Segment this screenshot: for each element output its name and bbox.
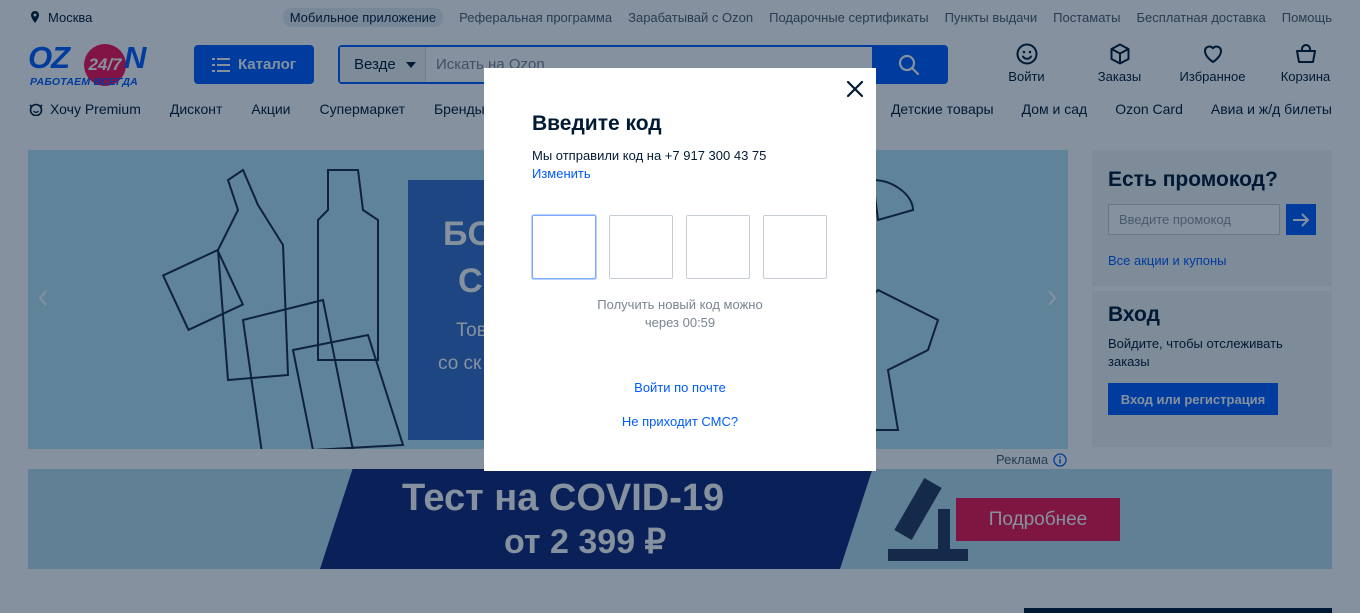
change-phone-link[interactable]: Изменить bbox=[532, 166, 591, 181]
code-digit-4[interactable] bbox=[763, 215, 827, 279]
modal-title: Введите код bbox=[532, 112, 662, 135]
code-inputs bbox=[532, 215, 827, 279]
resend-timer: Получить новый код можно через 00:59 bbox=[484, 296, 876, 332]
resend-timer-line-2: через 00:59 bbox=[644, 315, 716, 330]
resend-timer-line-1: Получить новый код можно bbox=[597, 297, 763, 312]
no-sms-link[interactable]: Не приходит СМС? bbox=[484, 414, 876, 429]
login-by-email-link[interactable]: Войти по почте bbox=[484, 380, 876, 395]
code-digit-2[interactable] bbox=[609, 215, 673, 279]
close-icon[interactable] bbox=[844, 78, 866, 100]
code-sent-text: Мы отправили код на +7 917 300 43 75 bbox=[532, 148, 767, 163]
sms-code-modal: Введите код Мы отправили код на +7 917 3… bbox=[484, 68, 876, 471]
code-digit-3[interactable] bbox=[686, 215, 750, 279]
code-digit-1[interactable] bbox=[532, 215, 596, 279]
